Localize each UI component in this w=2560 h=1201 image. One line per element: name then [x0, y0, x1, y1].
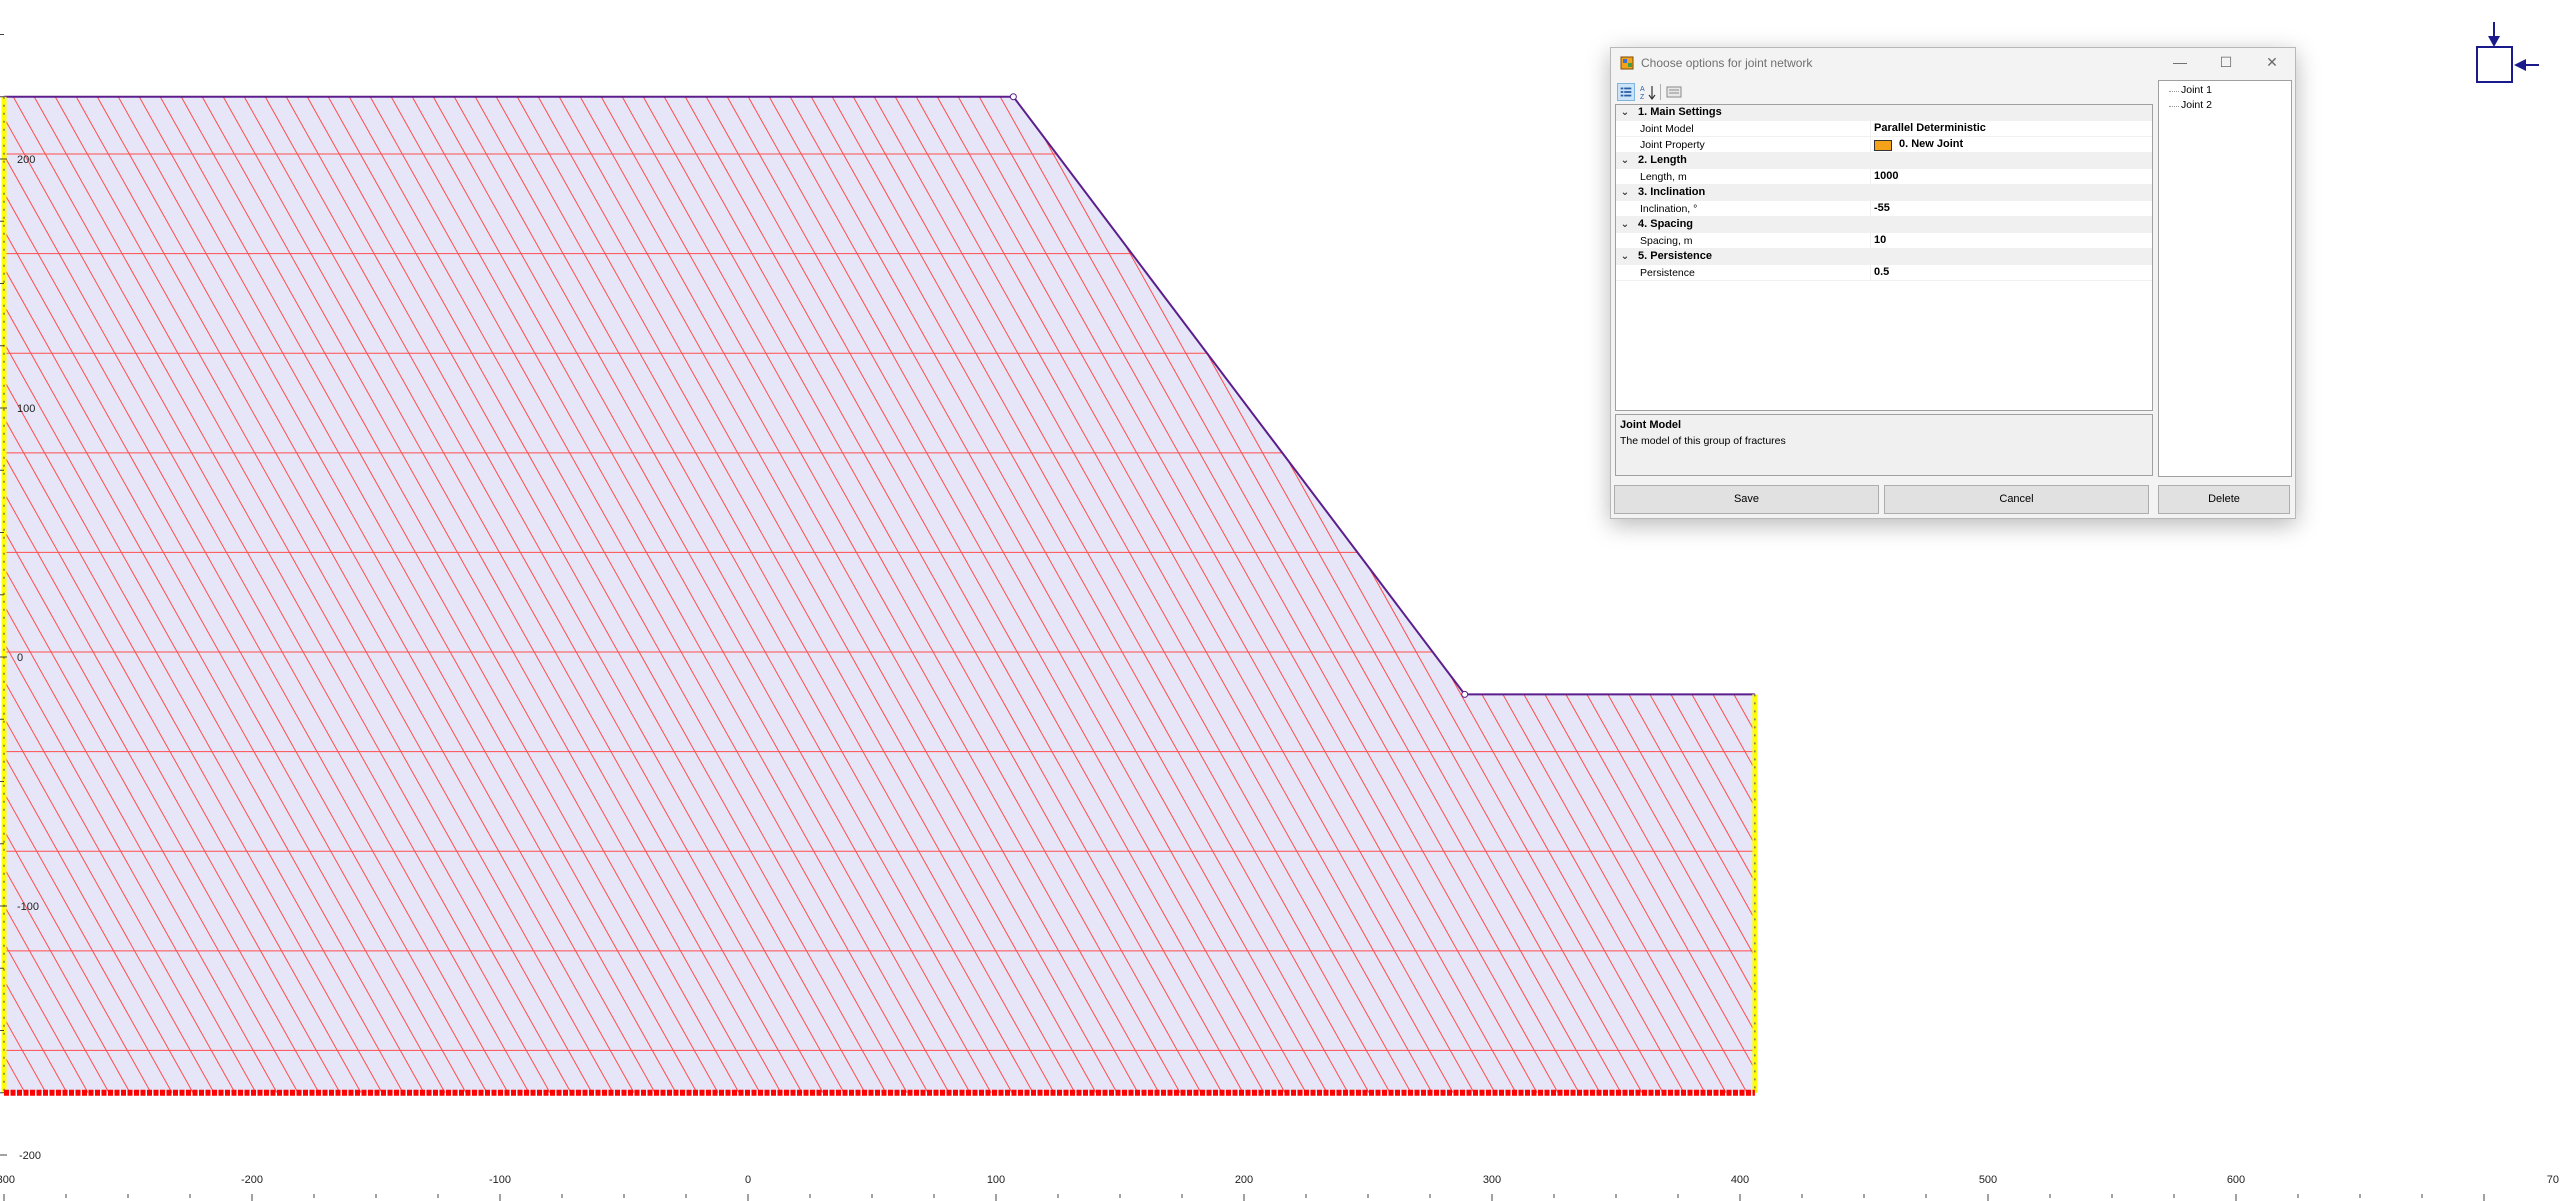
app-icon [1620, 56, 1634, 70]
property-name: Inclination, ° [1640, 203, 1698, 215]
category-label: 2. Length [1638, 154, 1687, 166]
property-value[interactable]: 0.5 [1874, 266, 1889, 278]
property-row-length[interactable]: Length, m 1000 [1616, 169, 2152, 185]
y-tick-label: 100 [17, 403, 35, 415]
chevron-down-icon[interactable]: ⌄ [1618, 105, 1632, 121]
x-tick-label: -100 [489, 1174, 511, 1186]
support-widget[interactable] [2476, 22, 2539, 83]
svg-text:A: A [1640, 86, 1645, 93]
property-row-joint-property[interactable]: Joint Property 0. New Joint [1616, 137, 2152, 153]
category-label: 3. Inclination [1638, 186, 1706, 198]
x-axis: -300 -200 -100 0 100 200 300 400 500 600 70 [0, 1174, 2559, 1201]
toolbar-separator [1660, 84, 1661, 100]
maximize-button[interactable]: ☐ [2203, 48, 2249, 78]
x-tick-label: 70 [2547, 1174, 2559, 1186]
property-grid-toolbar: A Z [1617, 80, 2157, 102]
help-title: Joint Model [1620, 419, 1682, 431]
support-box [2476, 46, 2513, 83]
y-tick-label: -200 [19, 1150, 41, 1162]
column-divider [1870, 169, 1871, 185]
joint-list-item[interactable]: Joint 1 [2181, 84, 2212, 96]
chevron-down-icon[interactable]: ⌄ [1618, 153, 1632, 169]
chevron-down-icon[interactable]: ⌄ [1618, 217, 1632, 233]
category-spacing[interactable]: ⌄ 4. Spacing [1616, 217, 2152, 233]
category-main-settings[interactable]: ⌄ 1. Main Settings [1616, 105, 2152, 121]
save-button[interactable]: Save [1614, 485, 1879, 514]
category-inclination[interactable]: ⌄ 3. Inclination [1616, 185, 2152, 201]
property-name: Joint Model [1640, 123, 1694, 135]
property-name: Spacing, m [1640, 235, 1693, 247]
x-tick-label: 0 [745, 1174, 751, 1186]
property-name: Persistence [1640, 267, 1695, 279]
column-divider [1870, 121, 1871, 137]
y-tick-label: 200 [17, 154, 35, 166]
column-divider [1870, 137, 1871, 153]
x-tick-label: 300 [1483, 1174, 1501, 1186]
property-row-spacing[interactable]: Spacing, m 10 [1616, 233, 2152, 249]
color-swatch [1874, 140, 1892, 151]
category-label: 5. Persistence [1638, 250, 1712, 262]
joint-list[interactable]: Joint 1 Joint 2 [2158, 80, 2292, 477]
category-label: 4. Spacing [1638, 218, 1694, 230]
delete-button[interactable]: Delete [2158, 485, 2290, 514]
joint-network-dialog: Choose options for joint network — ☐ ✕ A… [1610, 47, 2296, 519]
cancel-button[interactable]: Cancel [1884, 485, 2149, 514]
arrow-down-head [2488, 36, 2500, 47]
arrow-left-head [2514, 59, 2526, 71]
help-description: The model of this group of fractures [1620, 435, 1786, 447]
y-tick-label: -100 [17, 901, 39, 913]
property-value[interactable]: -55 [1874, 202, 1890, 214]
x-tick-label: 500 [1979, 1174, 1997, 1186]
svg-text:Z: Z [1640, 94, 1645, 101]
slope-body [4, 96, 1755, 1093]
column-divider [1870, 265, 1871, 281]
x-tick-label: 200 [1235, 1174, 1253, 1186]
dialog-title-bar[interactable]: Choose options for joint network — ☐ ✕ [1611, 48, 2295, 78]
property-value[interactable]: 1000 [1874, 170, 1898, 182]
category-label: 1. Main Settings [1638, 106, 1722, 118]
categorized-view-icon[interactable] [1617, 83, 1635, 101]
property-value[interactable]: Parallel Deterministic [1874, 122, 1986, 134]
alphabetical-sort-icon[interactable]: A Z [1639, 83, 1657, 101]
tree-connector [2169, 106, 2179, 107]
property-row-inclination[interactable]: Inclination, ° -55 [1616, 201, 2152, 217]
x-tick-label: 400 [1731, 1174, 1749, 1186]
x-tick-label: -300 [0, 1174, 15, 1186]
category-persistence[interactable]: ⌄ 5. Persistence [1616, 249, 2152, 265]
category-length[interactable]: ⌄ 2. Length [1616, 153, 2152, 169]
minimize-button[interactable]: — [2157, 48, 2203, 78]
property-grid-panel: A Z ⌄ 1. Main Settings Joint Model Paral… [1613, 78, 2158, 524]
property-list: ⌄ 1. Main Settings Joint Model Parallel … [1615, 104, 2153, 411]
property-pages-icon[interactable] [1665, 83, 1683, 101]
y-tick-label: 0 [17, 652, 23, 664]
property-help-panel: Joint Model The model of this group of f… [1615, 414, 2153, 476]
tree-connector [2169, 91, 2179, 92]
property-value[interactable]: 0. New Joint [1899, 138, 1963, 150]
chevron-down-icon[interactable]: ⌄ [1618, 185, 1632, 201]
x-tick-label: -200 [241, 1174, 263, 1186]
chevron-down-icon[interactable]: ⌄ [1618, 249, 1632, 265]
property-name: Joint Property [1640, 139, 1705, 151]
column-divider [1870, 201, 1871, 217]
property-row-joint-model[interactable]: Joint Model Parallel Deterministic [1616, 121, 2152, 137]
property-name: Length, m [1640, 171, 1687, 183]
column-divider [1870, 233, 1871, 249]
property-value[interactable]: 10 [1874, 234, 1886, 246]
vertex-toe[interactable] [1461, 690, 1469, 698]
vertex-crest[interactable] [1009, 93, 1017, 101]
dialog-title: Choose options for joint network [1641, 56, 1813, 70]
close-button[interactable]: ✕ [2249, 48, 2295, 78]
x-tick-label: 100 [987, 1174, 1005, 1186]
joint-list-item[interactable]: Joint 2 [2181, 99, 2212, 111]
property-row-persistence[interactable]: Persistence 0.5 [1616, 265, 2152, 281]
x-tick-label: 600 [2227, 1174, 2245, 1186]
